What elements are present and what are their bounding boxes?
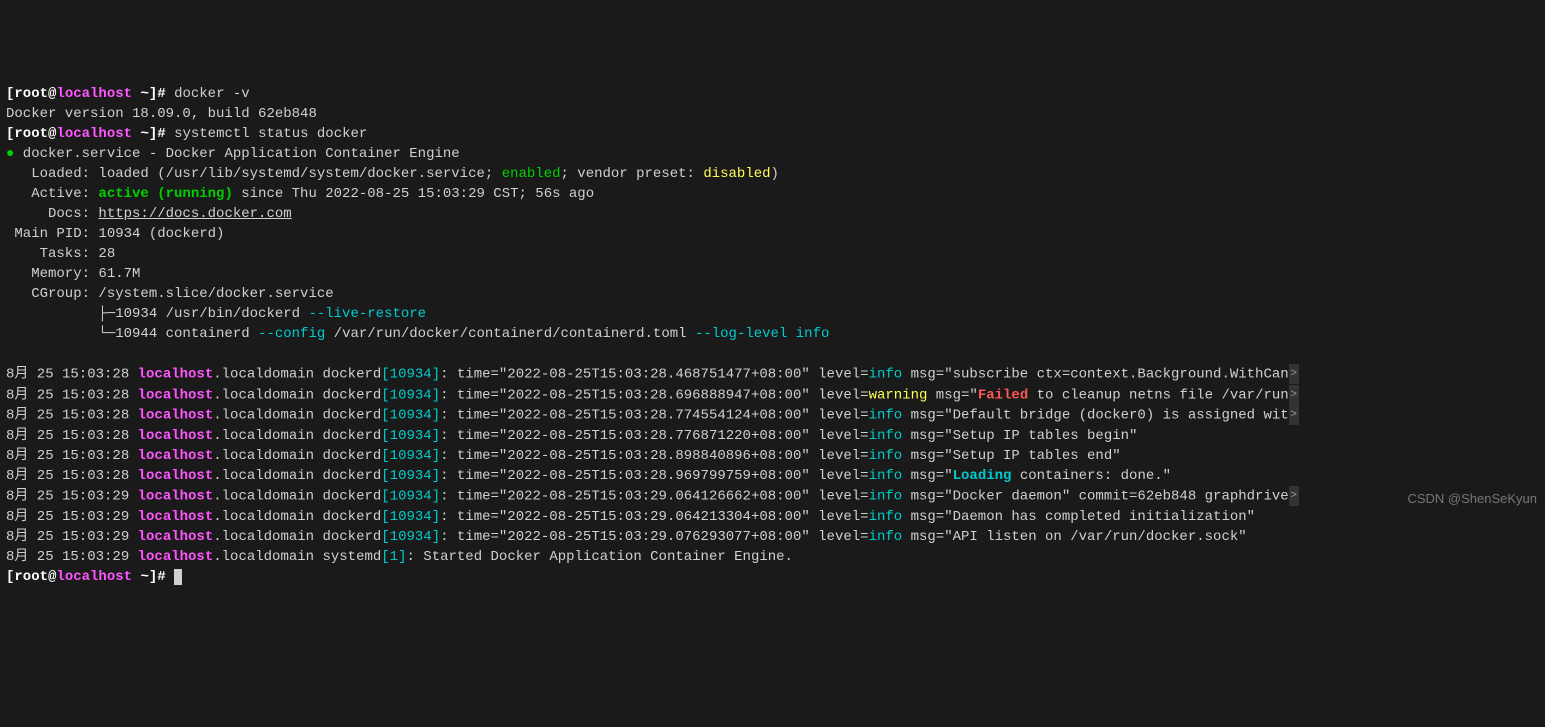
log-lines: 8月 25 15:03:28 localhost.localdomain doc… [6,364,1539,567]
watermark: CSDN @ShenSeKyun [1407,489,1537,509]
log-line: 8月 25 15:03:28 localhost.localdomain doc… [6,446,1539,466]
terminal-output[interactable]: [root@localhost ~]# docker -v Docker ver… [6,84,1539,587]
command-2: systemctl status docker [174,126,367,142]
truncation-icon: > [1289,486,1299,506]
tasks-line: Tasks: 28 [6,246,115,262]
log-line: 8月 25 15:03:28 localhost.localdomain doc… [6,405,1539,426]
prompt-line-3: [root@localhost ~]# [6,569,182,585]
docs-line: Docs: https://docs.docker.com [6,206,292,222]
truncation-icon: > [1289,385,1299,405]
cursor-icon [174,569,182,585]
prompt-line-2: [root@localhost ~]# systemctl status doc… [6,126,367,142]
cgroup-tree-2: └─10944 containerd --config /var/run/doc… [6,326,829,342]
memory-line: Memory: 61.7M [6,266,140,282]
log-line: 8月 25 15:03:29 localhost.localdomain doc… [6,507,1539,527]
log-line: 8月 25 15:03:28 localhost.localdomain doc… [6,426,1539,446]
prompt-line-1: [root@localhost ~]# docker -v [6,86,250,102]
status-header: ● docker.service - Docker Application Co… [6,146,460,162]
mainpid-line: Main PID: 10934 (dockerd) [6,226,224,242]
log-line: 8月 25 15:03:28 localhost.localdomain doc… [6,385,1539,406]
log-line: 8月 25 15:03:28 localhost.localdomain doc… [6,466,1539,486]
loaded-line: Loaded: loaded (/usr/lib/systemd/system/… [6,166,779,182]
truncation-icon: > [1289,364,1299,384]
version-output: Docker version 18.09.0, build 62eb848 [6,106,317,122]
log-line: 8月 25 15:03:29 localhost.localdomain sys… [6,547,1539,567]
log-line: 8月 25 15:03:28 localhost.localdomain doc… [6,364,1539,385]
cgroup-tree-1: ├─10934 /usr/bin/dockerd --live-restore [6,306,426,322]
truncation-icon: > [1289,405,1299,425]
active-line: Active: active (running) since Thu 2022-… [6,186,594,202]
cgroup-line: CGroup: /system.slice/docker.service [6,286,334,302]
command-1: docker -v [174,86,250,102]
docs-link[interactable]: https://docs.docker.com [98,206,291,222]
log-line: 8月 25 15:03:29 localhost.localdomain doc… [6,527,1539,547]
log-line: 8月 25 15:03:29 localhost.localdomain doc… [6,486,1539,507]
blank-line [6,346,14,362]
